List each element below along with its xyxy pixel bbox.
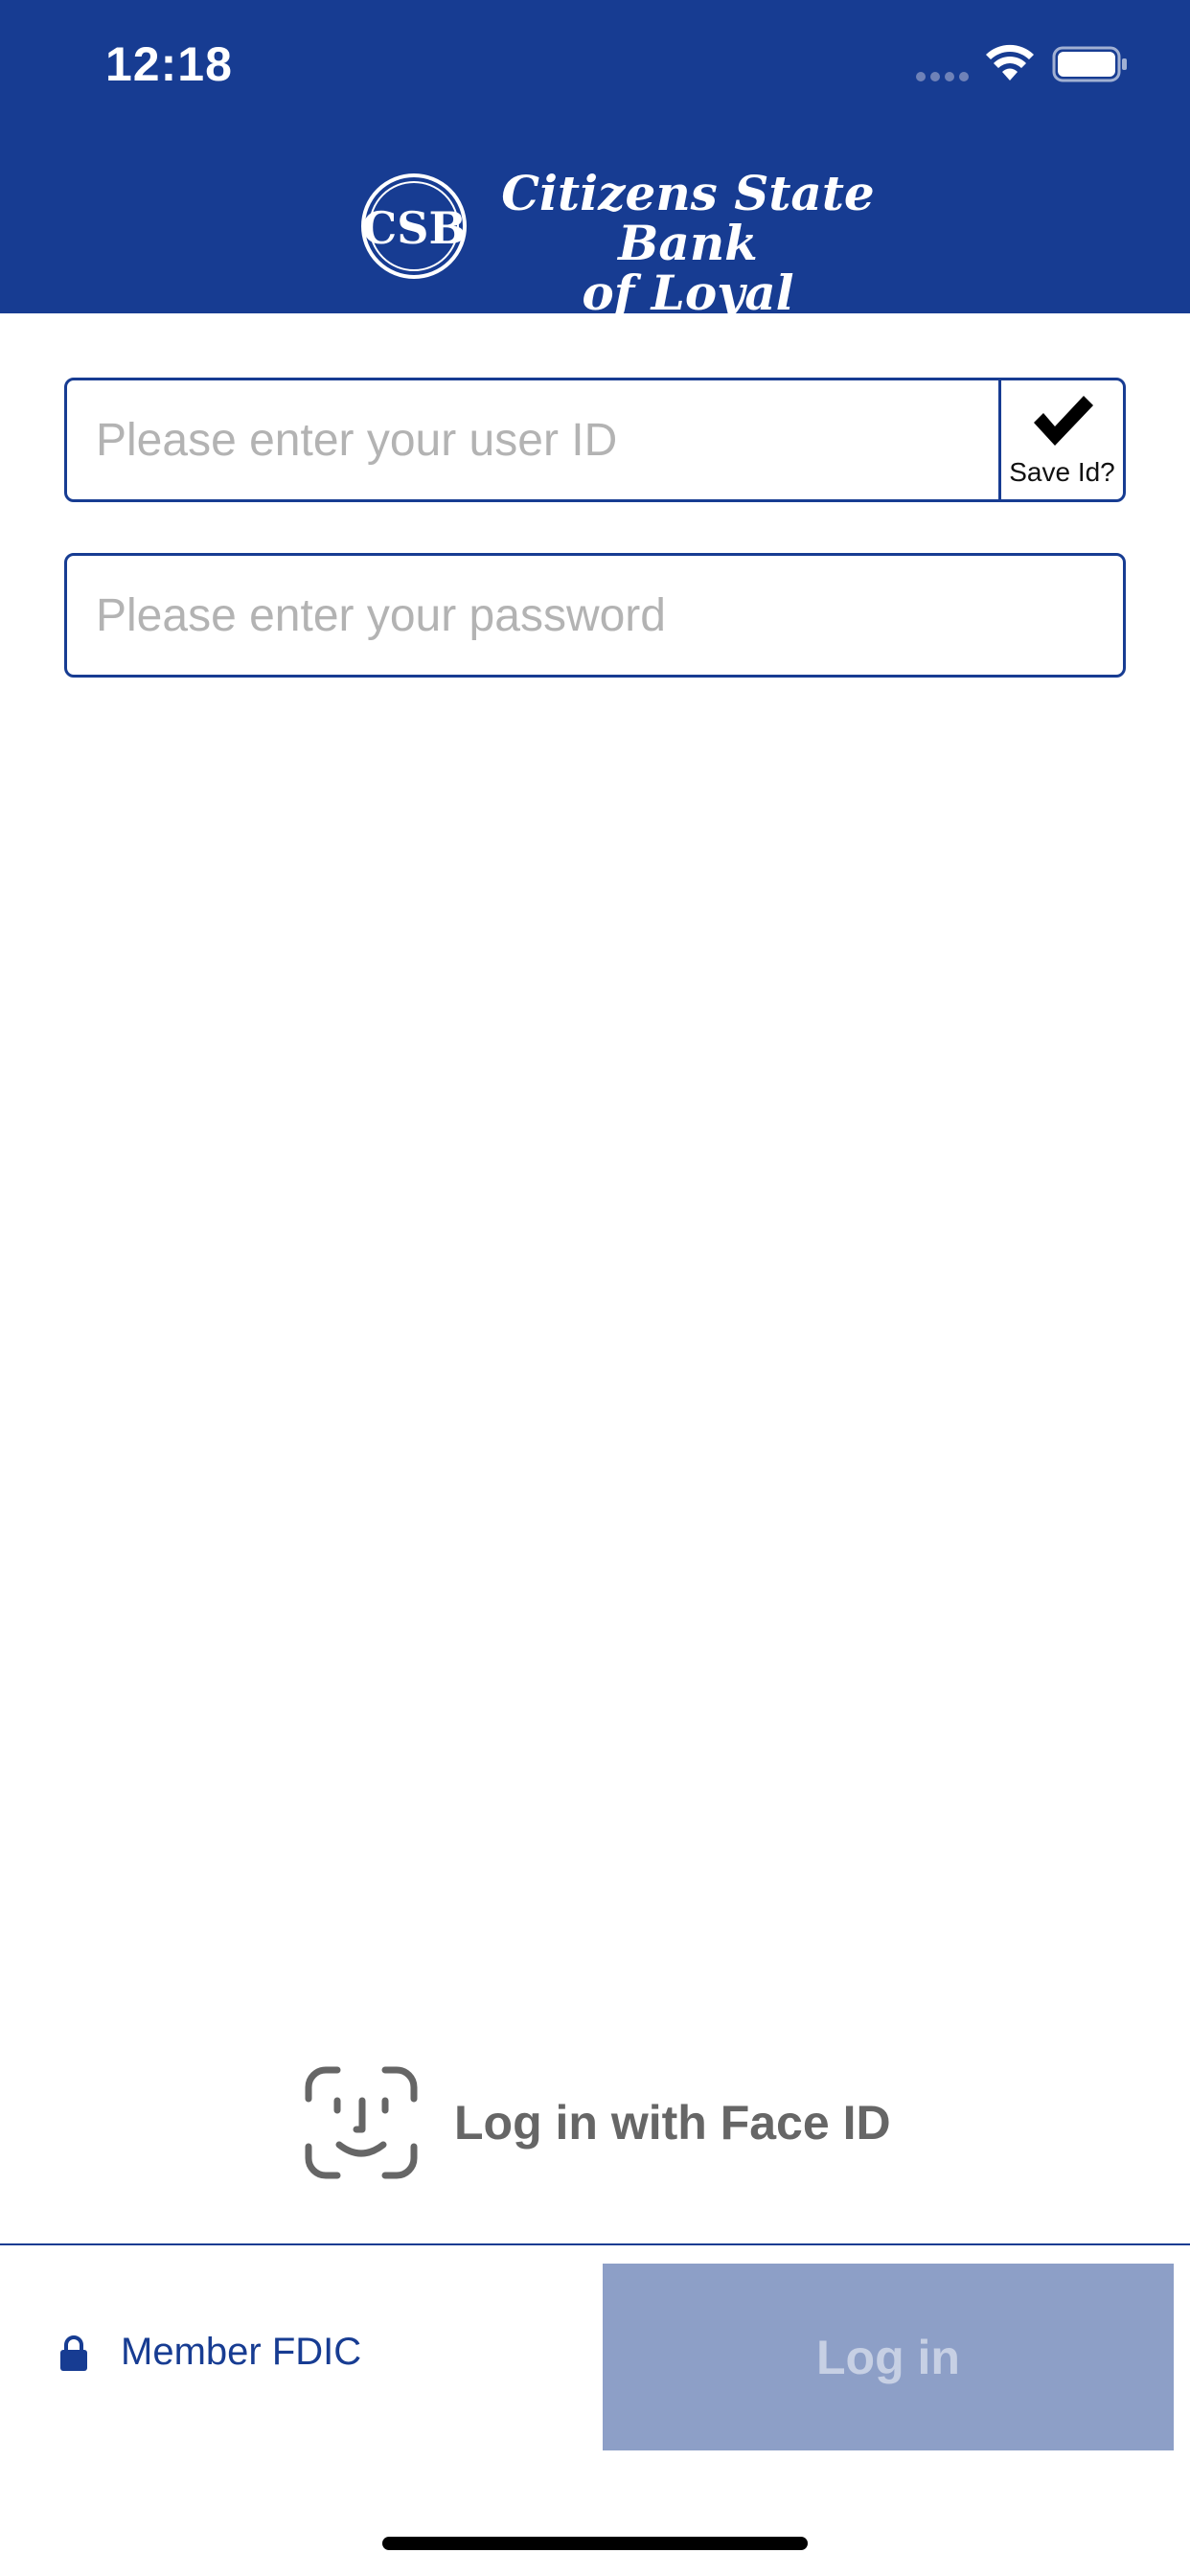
cellular-signal-icon (916, 72, 969, 81)
svg-text:CSB: CSB (362, 202, 467, 254)
battery-icon (1052, 46, 1127, 82)
home-indicator[interactable] (382, 2537, 808, 2550)
login-screen: 12:18 CSB Citizens State Bank of Loyal P… (0, 0, 1190, 2576)
bank-name-line2: of Loyal (582, 264, 794, 321)
member-fdic-label: Member FDIC (121, 2331, 362, 2373)
login-button[interactable]: Log in (603, 2264, 1174, 2450)
face-id-login-button[interactable]: Log in with Face ID (305, 2065, 891, 2180)
bank-name: Citizens State Bank of Loyal (477, 169, 899, 318)
bank-name-line1: Citizens State Bank (501, 165, 875, 271)
status-time: 12:18 (105, 37, 233, 91)
bank-logo: CSB (361, 173, 467, 279)
checkmark-icon (1033, 396, 1093, 446)
password-field-group (64, 553, 1126, 678)
user-id-field-group: Save Id? (64, 378, 1126, 502)
user-id-input[interactable] (67, 380, 998, 499)
save-id-checkbox[interactable]: Save Id? (998, 380, 1123, 499)
password-input[interactable] (67, 556, 1123, 675)
member-fdic: Member FDIC (59, 2331, 361, 2374)
save-id-label: Save Id? (1009, 457, 1115, 487)
face-id-icon (305, 2066, 418, 2179)
wifi-icon (986, 44, 1034, 80)
face-id-label: Log in with Face ID (454, 2096, 891, 2150)
footer-divider (0, 2243, 1190, 2245)
lock-icon (60, 2334, 87, 2371)
app-header: 12:18 CSB Citizens State Bank of Loyal (0, 0, 1190, 318)
